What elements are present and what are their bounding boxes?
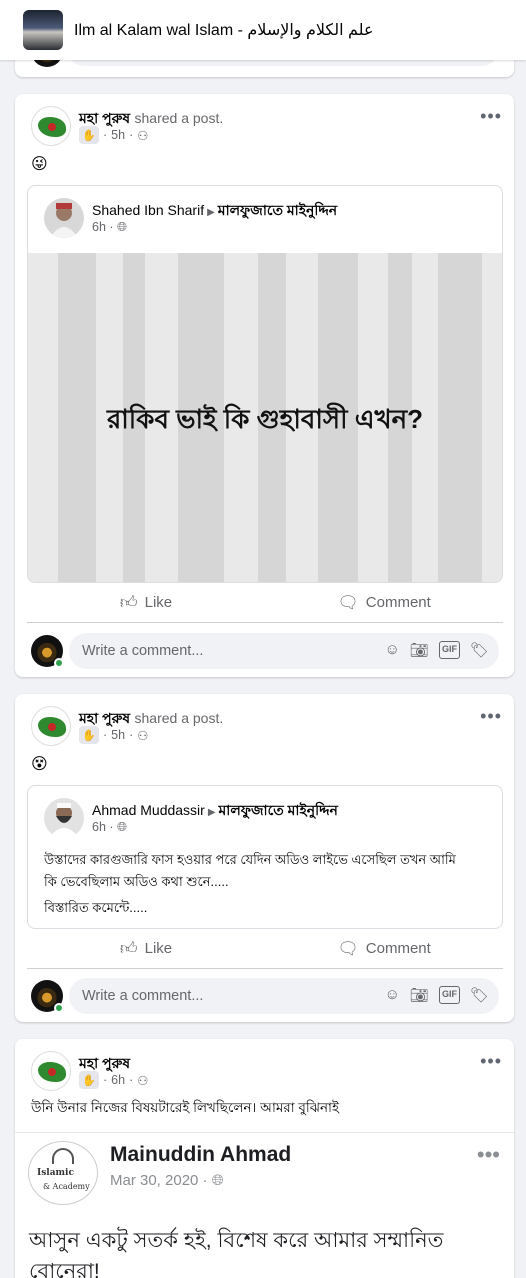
caret-right-icon: ▶: [207, 207, 215, 218]
shared-author-name[interactable]: Ahmad Muddassir: [92, 802, 205, 818]
comment-input[interactable]: Write a comment... ☺ 📷︎ GIF 🏷︎: [69, 978, 499, 1014]
group-header-bar: Ilm al Kalam wal Islam - علم الكلام والإ…: [0, 0, 526, 60]
author-avatar[interactable]: [31, 706, 71, 746]
thumbs-up-icon: 👍︎: [119, 593, 138, 612]
shared-post-line-3[interactable]: বিস্তারিত কমেন্টে.....: [44, 897, 147, 919]
online-status-dot: [54, 658, 64, 668]
comment-placeholder: Write a comment...: [82, 988, 204, 1004]
post-actions: 👍︎ Like 🗨︎ Comment: [27, 583, 503, 623]
shared-post[interactable]: Ahmad Muddassir ▶ মালফুজাতে মাইনুদ্দিন 6h …: [27, 785, 503, 929]
post-time[interactable]: 6h: [111, 1073, 125, 1087]
thumbs-up-icon: 👍︎: [119, 939, 138, 958]
comment-button[interactable]: 🗨︎ Comment: [265, 583, 503, 622]
speech-bubble-icon: 🗨︎: [337, 592, 359, 612]
author-name[interactable]: মহা পুরুষ: [79, 110, 130, 126]
post-action-text: shared a post.: [134, 710, 224, 726]
author-name[interactable]: মহা পুরুষ: [79, 710, 130, 726]
group-thumbnail[interactable]: [23, 10, 63, 50]
privacy-group-icon: ⚇: [137, 1073, 149, 1088]
like-button[interactable]: 👍︎ Like: [27, 929, 265, 968]
author-avatar[interactable]: [31, 106, 71, 146]
image-post-date: Mar 30, 2020 · 🌐︎: [110, 1172, 224, 1189]
background-post-text: রাকিব ভাই কি গুহাবাসী এখন?: [106, 404, 424, 434]
gif-icon[interactable]: GIF: [438, 641, 460, 659]
gif-icon[interactable]: GIF: [438, 986, 460, 1004]
post-actions: 👍︎ Like 🗨︎ Comment: [27, 929, 503, 969]
post-emoji: 😵: [31, 756, 48, 773]
image-post-text: আসুন একটু সতর্ক হই, বিশেষ করে আমার সম্মা…: [29, 1229, 444, 1278]
sticker-icon[interactable]: 🏷︎: [470, 986, 489, 1004]
globe-icon: 🌐︎: [117, 220, 128, 234]
camera-icon[interactable]: 📷︎: [410, 986, 429, 1004]
background-text-post: রাকিব ভাই কি গুহাবাসী এখন?: [28, 253, 502, 582]
post-text: উনি উনার নিজের বিষয়টারেই লিখছিলেন। আমরা…: [31, 1100, 339, 1115]
author-name[interactable]: মহা পুরুষ: [79, 1055, 130, 1071]
more-options-icon[interactable]: •••: [480, 107, 502, 125]
member-badge-icon[interactable]: ✋: [79, 126, 99, 144]
author-avatar[interactable]: [31, 1051, 71, 1091]
emoji-icon[interactable]: ☺: [385, 986, 400, 1004]
shared-post-line-1: উস্তাদের কারগুজারি ফাস হওয়ার পরে যেদিন …: [44, 852, 456, 867]
globe-icon: 🌐︎: [211, 1172, 224, 1189]
comment-input[interactable]: Write a comment... ☺ 📷︎ GIF 🏷︎: [69, 633, 499, 669]
privacy-group-icon: ⚇: [137, 128, 149, 143]
post-header: মহা পুরুষ ✋ · 6h · ⚇: [31, 1051, 148, 1091]
group-title[interactable]: Ilm al Kalam wal Islam - علم الكلام والإ…: [74, 20, 374, 40]
like-button[interactable]: 👍︎ Like: [27, 583, 265, 622]
image-more-icon: •••: [476, 1142, 500, 1167]
image-author-name: Mainuddin Ahmad: [110, 1143, 292, 1166]
screenshot-image[interactable]: Islamic & Academy Mainuddin Ahmad Mar 30…: [15, 1132, 514, 1278]
post-time[interactable]: 5h: [111, 728, 125, 742]
online-status-dot: [54, 1003, 64, 1013]
shared-author-avatar[interactable]: [44, 798, 84, 838]
post-header: মহা পুরুষ shared a post. ✋ · 5h · ⚇: [31, 706, 223, 746]
shared-author-avatar[interactable]: [44, 198, 84, 238]
comment-composer: Write a comment... ☺ 📷︎ GIF 🏷︎: [31, 978, 499, 1014]
shared-group-name[interactable]: মালফুজাতে মাইনুদ্দিন: [218, 202, 337, 218]
post-time[interactable]: 5h: [111, 128, 125, 142]
camera-icon[interactable]: 📷︎: [410, 641, 429, 659]
more-options-icon[interactable]: •••: [480, 707, 502, 725]
feed-post-3: মহা পুরুষ ✋ · 6h · ⚇ ••• উনি উনার নিজের …: [15, 1039, 514, 1278]
more-options-icon[interactable]: •••: [480, 1052, 502, 1070]
feed-post-2: মহা পুরুষ shared a post. ✋ · 5h · ⚇ ••• …: [15, 694, 514, 1022]
shared-group-name[interactable]: মালফুজাতে মাইনুদ্দিন: [219, 802, 338, 818]
member-badge-icon[interactable]: ✋: [79, 1071, 99, 1089]
shared-post[interactable]: Shahed Ibn Sharif ▶ মালফুজাতে মাইনুদ্দিন 6…: [27, 185, 503, 583]
post-action-text: shared a post.: [134, 110, 224, 126]
speech-bubble-icon: 🗨︎: [337, 938, 359, 958]
post-emoji: 😜: [31, 156, 48, 173]
emoji-icon[interactable]: ☺: [385, 641, 400, 659]
caret-right-icon: ▶: [207, 807, 216, 818]
member-badge-icon[interactable]: ✋: [79, 726, 99, 744]
shared-post-line-2: কি ভেবেছিলাম অডিও কথা শুনে.....: [44, 874, 229, 889]
feed-post-1: মহা পুরুষ shared a post. ✋ · 5h · ⚇ ••• …: [15, 94, 514, 677]
sticker-icon[interactable]: 🏷︎: [470, 641, 489, 659]
shared-post-time[interactable]: 6h: [92, 220, 106, 234]
shared-author-name[interactable]: Shahed Ibn Sharif: [92, 202, 204, 218]
globe-icon: 🌐︎: [117, 820, 128, 834]
post-header: মহা পুরুষ shared a post. ✋ · 5h · ⚇: [31, 106, 223, 146]
islamic-academy-logo: Islamic & Academy: [28, 1141, 98, 1205]
comment-composer: Write a comment... ☺ 📷︎ GIF 🏷︎: [31, 633, 499, 669]
shared-post-time[interactable]: 6h: [92, 820, 106, 834]
comment-button[interactable]: 🗨︎ Comment: [265, 929, 503, 968]
privacy-group-icon: ⚇: [137, 728, 149, 743]
comment-placeholder: Write a comment...: [82, 643, 204, 659]
